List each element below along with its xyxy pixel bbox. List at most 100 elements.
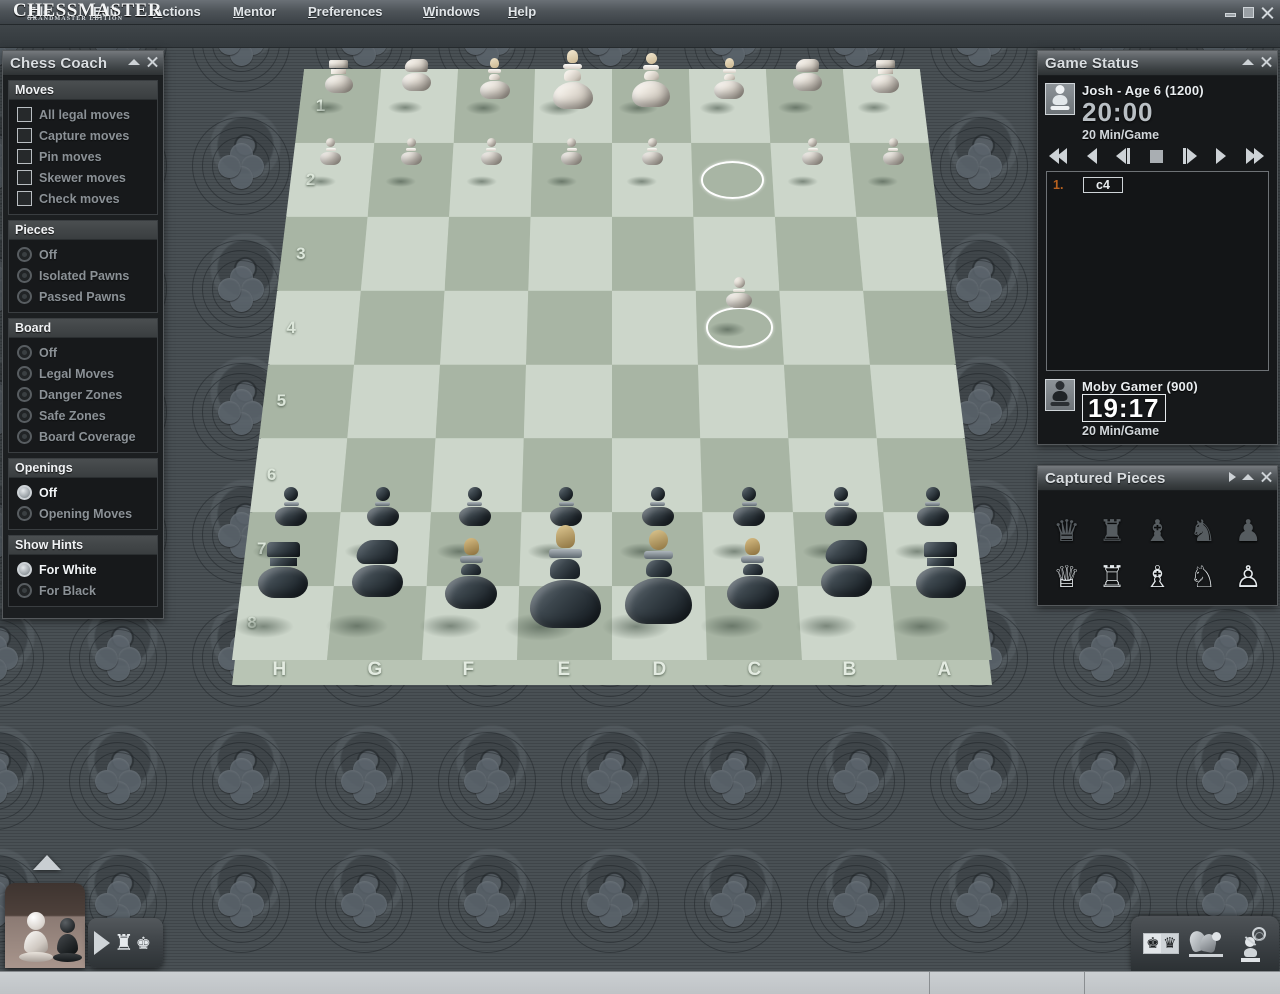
board-square[interactable] — [435, 364, 527, 439]
file-label: H — [272, 659, 287, 680]
pawn-magnifier-icon[interactable] — [1233, 926, 1267, 962]
chess-coach-panel[interactable]: Chess Coach Moves All legal moves Capture … — [2, 50, 164, 619]
radio-icon[interactable] — [17, 562, 32, 577]
coach-option-pin-moves[interactable]: Pin moves — [17, 146, 153, 167]
captured-pieces-panel[interactable]: Captured Pieces ♛ ♜ ♝ ♞ ♟ ♕ ♖ ♗ ♘ ♙ — [1037, 465, 1278, 606]
checkbox-icon[interactable] — [17, 191, 32, 206]
radio-icon[interactable] — [17, 345, 32, 360]
board-square[interactable] — [360, 216, 450, 291]
game-status-titlebar[interactable]: Game Status — [1038, 51, 1277, 76]
minimize-button[interactable] — [1223, 6, 1238, 19]
coach-option-off[interactable]: Off — [17, 482, 153, 503]
coach-option-safe-zones[interactable]: Safe Zones — [17, 405, 153, 426]
captured-pieces-titlebar[interactable]: Captured Pieces — [1038, 466, 1277, 491]
radio-icon[interactable] — [17, 387, 32, 402]
checkbox-icon[interactable] — [17, 149, 32, 164]
game-status-panel[interactable]: Game Status Josh - Age 6 (1200) 20:00 20… — [1037, 50, 1278, 445]
two-kings-board-icon[interactable]: ♚ ♛ — [1143, 933, 1180, 954]
board-square[interactable] — [277, 216, 368, 291]
board-square[interactable] — [268, 290, 361, 365]
board-square[interactable] — [856, 216, 947, 291]
move-white[interactable]: c4 — [1083, 176, 1123, 193]
close-icon[interactable] — [1260, 470, 1273, 483]
close-icon[interactable] — [1260, 55, 1273, 68]
checkbox-icon[interactable] — [17, 170, 32, 185]
coach-option-off[interactable]: Off — [17, 244, 153, 265]
board-squares[interactable] — [232, 40, 992, 685]
radio-icon[interactable] — [17, 429, 32, 444]
bottom-player: Moby Gamer (900) 19:17 20 Min/Game — [1043, 375, 1272, 438]
board-preview-thumbnail[interactable] — [5, 883, 85, 968]
radio-icon[interactable] — [17, 366, 32, 381]
coach-option-label: Skewer moves — [39, 170, 126, 185]
board-square[interactable] — [863, 290, 956, 365]
move-transport-controls[interactable] — [1043, 142, 1272, 169]
crown-icon[interactable]: ♚ — [136, 935, 151, 952]
coach-option-legal-moves[interactable]: Legal Moves — [17, 363, 153, 384]
maximize-button[interactable] — [1241, 6, 1256, 19]
expand-up-arrow-icon[interactable] — [33, 855, 61, 870]
step-forward-icon[interactable] — [1182, 148, 1197, 164]
close-button[interactable] — [1259, 6, 1276, 20]
expand-right-icon[interactable] — [1229, 471, 1236, 482]
board-square[interactable] — [528, 216, 612, 291]
board-square[interactable] — [612, 290, 698, 365]
board-square[interactable] — [779, 290, 870, 365]
game-playback-toolbar[interactable]: ♜ ♚ — [88, 918, 163, 968]
checkbox-icon[interactable] — [17, 128, 32, 143]
radio-icon[interactable] — [17, 408, 32, 423]
board-square[interactable] — [440, 290, 529, 365]
rewind-all-icon[interactable] — [1049, 148, 1067, 164]
coach-option-opening-moves[interactable]: Opening Moves — [17, 503, 153, 524]
coach-option-isolated-pawns[interactable]: Isolated Pawns — [17, 265, 153, 286]
stop-icon[interactable] — [1149, 149, 1163, 163]
play-icon[interactable] — [1216, 148, 1227, 164]
move-row[interactable]: 1. c4 — [1053, 176, 1262, 193]
board-square[interactable] — [697, 364, 789, 439]
board-square[interactable] — [526, 290, 612, 365]
coach-option-for-black[interactable]: For Black — [17, 580, 153, 601]
coach-option-all-legal-moves[interactable]: All legal moves — [17, 104, 153, 125]
board-square[interactable] — [259, 364, 355, 439]
collapse-icon[interactable] — [1242, 58, 1254, 65]
radio-icon[interactable] — [17, 268, 32, 283]
board-square[interactable] — [347, 364, 441, 439]
board-square[interactable] — [523, 364, 612, 439]
coach-option-skewer-moves[interactable]: Skewer moves — [17, 167, 153, 188]
close-icon[interactable] — [146, 55, 159, 68]
coach-option-off[interactable]: Off — [17, 342, 153, 363]
coach-option-passed-pawns[interactable]: Passed Pawns — [17, 286, 153, 307]
board-square[interactable] — [783, 364, 877, 439]
board-square[interactable] — [444, 216, 531, 291]
collapse-icon[interactable] — [1242, 473, 1254, 480]
board-square[interactable] — [354, 290, 445, 365]
play-icon[interactable] — [94, 931, 110, 955]
coach-option-label: Safe Zones — [39, 408, 106, 423]
radio-icon[interactable] — [17, 289, 32, 304]
chess-coach-titlebar[interactable]: Chess Coach — [3, 51, 163, 76]
coach-option-board-coverage[interactable]: Board Coverage — [17, 426, 153, 447]
rook-icon[interactable]: ♜ — [114, 932, 134, 954]
board-square[interactable] — [612, 216, 696, 291]
coach-option-check-moves[interactable]: Check moves — [17, 188, 153, 209]
checkbox-icon[interactable] — [17, 107, 32, 122]
chessboard[interactable]: HGFEDCBA 12345678 — [232, 40, 992, 685]
radio-icon[interactable] — [17, 485, 32, 500]
coach-option-for-white[interactable]: For White — [17, 559, 153, 580]
forward-all-icon[interactable] — [1245, 148, 1264, 164]
radio-icon[interactable] — [17, 506, 32, 521]
move-list[interactable]: 1. c4 — [1046, 171, 1269, 371]
board-square[interactable] — [869, 364, 965, 439]
coach-option-danger-zones[interactable]: Danger Zones — [17, 384, 153, 405]
board-square[interactable] — [774, 216, 864, 291]
pieces-set-icon[interactable] — [1187, 928, 1224, 959]
rewind-icon[interactable] — [1086, 148, 1097, 164]
collapse-icon[interactable] — [128, 58, 140, 65]
coach-option-capture-moves[interactable]: Capture moves — [17, 125, 153, 146]
board-square[interactable] — [612, 364, 701, 439]
coach-option-label: Legal Moves — [39, 366, 115, 381]
radio-icon[interactable] — [17, 247, 32, 262]
bottom-right-toolbar[interactable]: ♚ ♛ — [1131, 916, 1279, 971]
radio-icon[interactable] — [17, 583, 32, 598]
step-back-icon[interactable] — [1116, 148, 1131, 164]
